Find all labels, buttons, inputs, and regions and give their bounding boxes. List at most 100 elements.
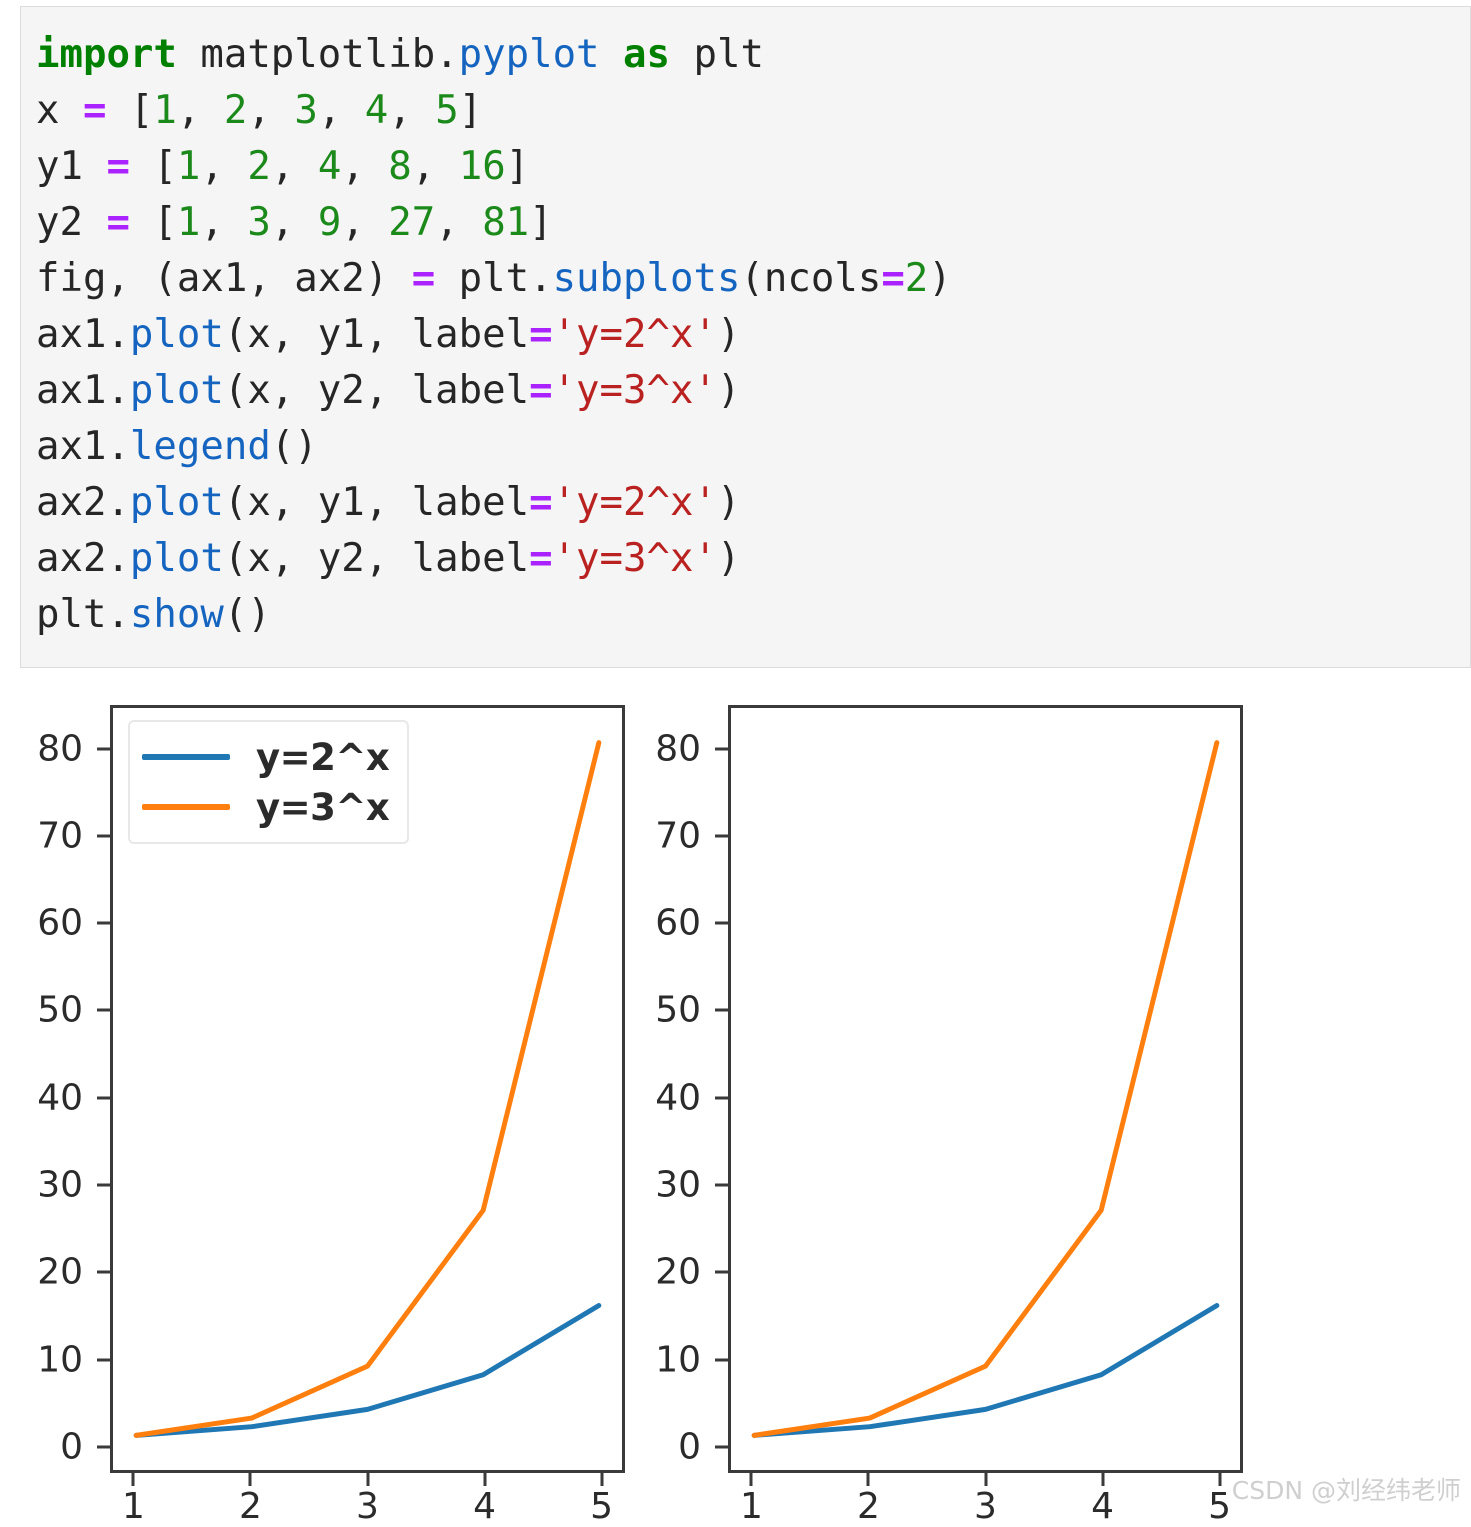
y-tick-label: 30: [37, 1164, 83, 1206]
code-token: plot: [129, 480, 224, 525]
code-token: (): [223, 592, 271, 637]
code-line-1: import matplotlib.pyplot as plt: [36, 27, 952, 83]
code-token: ]: [529, 200, 553, 245]
code-token: [: [106, 88, 154, 133]
legend-entry: y=3^x: [142, 782, 390, 832]
series-line-y=3^x: [133, 740, 602, 1438]
y-tick-mark: [715, 1096, 728, 1100]
code-cell[interactable]: import matplotlib.pyplot as plt x = [1, 2…: [20, 6, 1471, 668]
y-tick-mark: [97, 1270, 110, 1274]
code-token: plot: [129, 536, 224, 581]
y-tick-mark: [715, 1008, 728, 1012]
code-token: ,: [270, 144, 318, 189]
code-token: pyplot: [458, 32, 600, 77]
code-token: 'y=3^x': [552, 536, 717, 581]
code-token: 9: [317, 200, 342, 245]
legend-ax1: y=2^x y=3^x: [128, 720, 410, 844]
code-line-3: y1 = [1, 2, 4, 8, 16]: [36, 139, 952, 195]
y-tick-label: 20: [37, 1251, 83, 1293]
code-token: ): [716, 536, 741, 581]
code-token: matplotlib.: [176, 32, 459, 77]
code-token: [: [129, 144, 177, 189]
code-token: =: [82, 88, 107, 133]
code-token: 1: [153, 88, 177, 133]
y-tick-mark: [715, 1358, 728, 1362]
code-token: ,: [411, 144, 459, 189]
code-token: ,: [270, 200, 318, 245]
y-tick-label: 60: [37, 902, 83, 944]
y-tick-mark: [715, 1445, 728, 1449]
y-tick-mark: [715, 747, 728, 751]
series-line-y=3^x: [751, 740, 1220, 1438]
code-token: ax1.: [36, 368, 130, 413]
code-token: ): [716, 368, 741, 413]
code-token: ]: [505, 144, 530, 189]
y-tick-mark: [97, 921, 110, 925]
code-block: import matplotlib.pyplot as plt x = [1, 2…: [36, 27, 952, 643]
code-token: ax1.: [36, 424, 130, 469]
code-token: ,: [200, 200, 248, 245]
code-token: y2: [36, 200, 107, 245]
y-tick-mark: [715, 834, 728, 838]
code-token: subplots: [552, 256, 741, 301]
code-token: x: [36, 88, 83, 133]
code-token: =: [106, 200, 130, 245]
y-tick-label: 60: [655, 902, 701, 944]
code-token: ): [716, 312, 741, 357]
subplot-ax1: 0 10 20 30 40 50 60 70 80 1 2 3 4 5 y=2^x y=3^x: [0, 672, 650, 1527]
y-tick-label: 0: [678, 1426, 701, 1468]
x-tick-mark: [1218, 1473, 1222, 1486]
code-token: [: [129, 200, 177, 245]
code-token: ,: [317, 88, 365, 133]
y-tick-mark: [97, 1096, 110, 1100]
code-line-5: fig, (ax1, ax2) = plt.subplots(ncols=2): [36, 251, 952, 307]
y-tick-mark: [97, 834, 110, 838]
y-tick-mark: [715, 1183, 728, 1187]
plot-lines-ax2: [751, 740, 1220, 1438]
code-token: 2: [904, 256, 929, 301]
x-tick-mark: [248, 1473, 252, 1486]
code-token: import: [36, 32, 177, 77]
code-token: ax2.: [36, 480, 130, 525]
y-tick-mark: [715, 921, 728, 925]
code-token: ,: [388, 88, 436, 133]
y-tick-mark: [715, 1270, 728, 1274]
y-tick-label: 40: [655, 1077, 701, 1119]
y-tick-label: 70: [655, 815, 701, 857]
y-tick-mark: [97, 1183, 110, 1187]
axes-frame-ax2: [728, 705, 1243, 1473]
code-token: show: [129, 592, 224, 637]
code-token: (x, y1, label: [223, 312, 530, 357]
code-token: ,: [435, 200, 483, 245]
code-token: 'y=3^x': [552, 368, 717, 413]
code-token: (): [270, 424, 318, 469]
y-tick-mark: [97, 1358, 110, 1362]
code-line-2: x = [1, 2, 3, 4, 5]: [36, 83, 952, 139]
code-token: 81: [482, 200, 530, 245]
y-tick-label: 40: [37, 1077, 83, 1119]
code-token: 3: [247, 200, 271, 245]
code-token: 8: [388, 144, 412, 189]
code-token: =: [106, 144, 130, 189]
code-token: 4: [317, 144, 342, 189]
y-tick-label: 50: [37, 989, 83, 1031]
code-token: 2: [247, 144, 271, 189]
legend-color-swatch: [142, 754, 230, 760]
code-token: ): [716, 480, 741, 525]
code-token: fig, (ax1, ax2): [36, 256, 412, 301]
code-token: plt.: [435, 256, 553, 301]
x-tick-mark: [600, 1473, 604, 1486]
code-token: ): [928, 256, 952, 301]
code-token: =: [529, 480, 553, 525]
code-token: 3: [294, 88, 318, 133]
code-token: as: [623, 32, 670, 77]
y-tick-label: 30: [655, 1164, 701, 1206]
y-tick-label: 80: [37, 728, 83, 770]
code-token: =: [529, 536, 553, 581]
x-tick-mark: [749, 1473, 753, 1486]
subplot-ax2: 0 10 20 30 40 50 60 70 80 1 2 3 4 5: [618, 672, 1268, 1527]
code-token: ,: [247, 88, 295, 133]
code-line-8: ax1.legend(): [36, 419, 952, 475]
code-line-4: y2 = [1, 3, 9, 27, 81]: [36, 195, 952, 251]
